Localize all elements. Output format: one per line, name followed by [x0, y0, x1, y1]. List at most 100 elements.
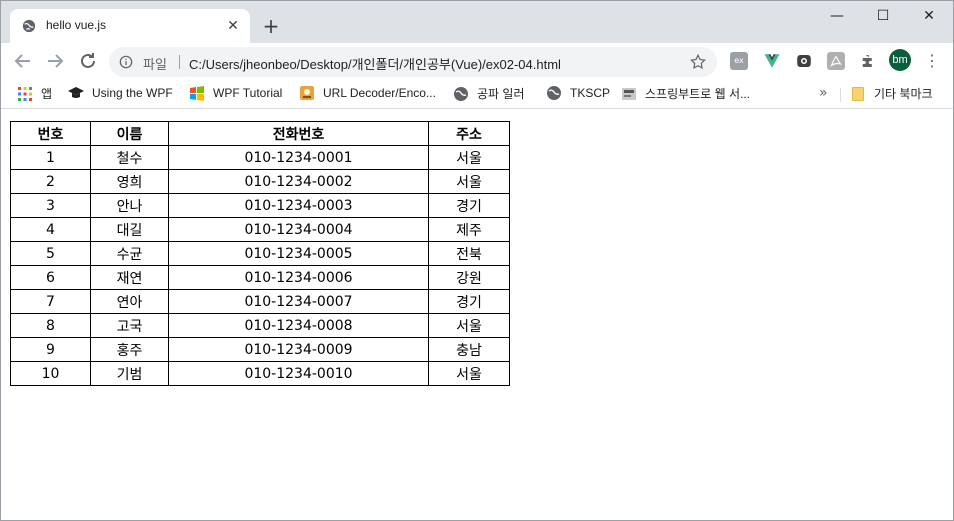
cell-name: 기범	[90, 361, 169, 386]
bookmark-label: WPF Tutorial	[213, 86, 283, 100]
cell-number: 10	[10, 361, 91, 386]
cell-name: 홍주	[90, 337, 169, 362]
pdf-extension-icon[interactable]	[827, 52, 845, 70]
more-menu-icon[interactable]: ⋮	[923, 49, 941, 73]
maximize-button[interactable]: ☐	[860, 1, 906, 31]
cell-name: 연아	[90, 289, 169, 314]
close-window-button[interactable]: ✕	[906, 1, 952, 31]
cell-phone: 010-1234-0007	[168, 289, 429, 314]
cell-number: 5	[10, 241, 91, 266]
globe-icon	[547, 86, 561, 100]
header-phone: 전화번호	[168, 121, 429, 146]
cell-number: 8	[10, 313, 91, 338]
reload-icon[interactable]	[76, 49, 100, 73]
cell-phone: 010-1234-0006	[168, 265, 429, 290]
cell-address: 경기	[428, 289, 510, 314]
cell-name: 영희	[90, 169, 169, 194]
cell-phone: 010-1234-0009	[168, 337, 429, 362]
cell-number: 4	[10, 217, 91, 242]
cell-name: 안나	[90, 193, 169, 218]
cell-number: 9	[10, 337, 91, 362]
graduation-cap-icon	[68, 87, 84, 98]
other-bookmarks-folder[interactable]: 기타 북마크	[852, 85, 933, 103]
bookmark-url-decoder[interactable]: URL Decoder/Enco...	[299, 85, 436, 103]
table-row: 2 영희 010-1234-0002 서울	[10, 169, 510, 194]
cell-number: 1	[10, 145, 91, 170]
cell-phone: 010-1234-0010	[168, 361, 429, 386]
people-table: 번호 이름 전화번호 주소 1 철수 010-1234-0001 서울 2 영희…	[10, 121, 510, 386]
table-row: 5 수균 010-1234-0005 전북	[10, 241, 510, 266]
cell-phone: 010-1234-0001	[168, 145, 429, 170]
bookmark-label: 스프링부트로 웹 서...	[645, 87, 750, 101]
cell-address: 서울	[428, 361, 510, 386]
cell-name: 재연	[90, 265, 169, 290]
new-tab-button[interactable]: +	[259, 14, 283, 38]
profile-avatar[interactable]: bm	[889, 49, 911, 71]
page-content: 번호 이름 전화번호 주소 1 철수 010-1234-0001 서울 2 영희…	[1, 110, 953, 520]
bookmarks-overflow-button[interactable]: »	[819, 85, 828, 101]
omnibox-divider	[179, 55, 180, 69]
cell-address: 서울	[428, 145, 510, 170]
cell-phone: 010-1234-0003	[168, 193, 429, 218]
cell-address: 전북	[428, 241, 510, 266]
table-header-row: 번호 이름 전화번호 주소	[10, 121, 510, 146]
header-address: 주소	[428, 121, 510, 146]
bookmark-apps[interactable]: 앱	[17, 85, 52, 103]
record-extension-icon[interactable]	[795, 52, 813, 70]
browser-window: hello vue.js ✕ + — ☐ ✕ 파일 C:/Users/jheon	[0, 0, 954, 521]
cell-number: 3	[10, 193, 91, 218]
cell-name: 고국	[90, 313, 169, 338]
bookmark-star-icon[interactable]	[689, 53, 707, 71]
bookmarks-bar: 앱 Using the WPF WPF Tutorial URL Decoder…	[1, 79, 953, 109]
forward-arrow-icon[interactable]	[43, 49, 67, 73]
table-row: 7 연아 010-1234-0007 경기	[10, 289, 510, 314]
tab-title: hello vue.js	[46, 18, 107, 32]
bookmark-label: 앱	[41, 87, 53, 101]
cell-name: 수균	[90, 241, 169, 266]
apps-grid-icon	[18, 86, 32, 101]
bookmark-label: Using the WPF	[92, 86, 173, 100]
bookmarks-divider	[840, 88, 841, 102]
cell-number: 2	[10, 169, 91, 194]
vue-devtools-icon[interactable]	[763, 52, 781, 70]
cell-name: 대길	[90, 217, 169, 242]
cell-number: 7	[10, 289, 91, 314]
bookmark-using-the-wpf[interactable]: Using the WPF	[68, 85, 173, 103]
table-row: 3 안나 010-1234-0003 경기	[10, 193, 510, 218]
url-text[interactable]: C:/Users/jheonbeo/Desktop/개인폴더/개인공부(Vue)…	[189, 54, 561, 73]
minimize-button[interactable]: —	[814, 1, 860, 31]
bookmark-gongpa[interactable]: 공파 일러	[453, 85, 525, 103]
cell-address: 제주	[428, 217, 510, 242]
address-bar[interactable]: 파일 C:/Users/jheonbeo/Desktop/개인폴더/개인공부(V…	[109, 47, 717, 77]
cell-address: 서울	[428, 313, 510, 338]
cell-address: 경기	[428, 193, 510, 218]
bookmark-label: 공파 일러	[477, 87, 525, 101]
table-row: 1 철수 010-1234-0001 서울	[10, 145, 510, 170]
bookmark-springboot[interactable]: 스프링부트로 웹 서...	[621, 85, 750, 103]
table-row: 4 대길 010-1234-0004 제주	[10, 217, 510, 242]
bookmark-tkscp[interactable]: TKSCP	[546, 85, 610, 103]
table-row: 10 기범 010-1234-0010 서울	[10, 361, 510, 386]
back-arrow-icon[interactable]	[11, 49, 35, 73]
table-row: 9 홍주 010-1234-0009 충남	[10, 337, 510, 362]
scheme-label: 파일	[143, 58, 167, 73]
cell-phone: 010-1234-0008	[168, 313, 429, 338]
header-name: 이름	[90, 121, 169, 146]
globe-icon	[454, 86, 468, 101]
extension-ex-icon[interactable]: ex	[730, 52, 748, 70]
cell-phone: 010-1234-0002	[168, 169, 429, 194]
cell-name: 철수	[90, 145, 169, 170]
other-bookmarks-label: 기타 북마크	[874, 87, 933, 101]
cell-address: 충남	[428, 337, 510, 362]
tab-close-icon[interactable]: ✕	[224, 17, 242, 35]
table-row: 8 고국 010-1234-0008 서울	[10, 313, 510, 338]
puzzle-extensions-icon[interactable]	[859, 52, 877, 70]
info-icon[interactable]	[119, 55, 133, 69]
tab-active[interactable]: hello vue.js ✕	[10, 9, 250, 43]
table-row: 6 재연 010-1234-0006 강원	[10, 265, 510, 290]
bookmark-label: URL Decoder/Enco...	[323, 86, 436, 100]
folder-icon	[852, 86, 864, 101]
cell-number: 6	[10, 265, 91, 290]
bookmark-wpf-tutorial[interactable]: WPF Tutorial	[189, 85, 282, 103]
header-number: 번호	[10, 121, 91, 146]
